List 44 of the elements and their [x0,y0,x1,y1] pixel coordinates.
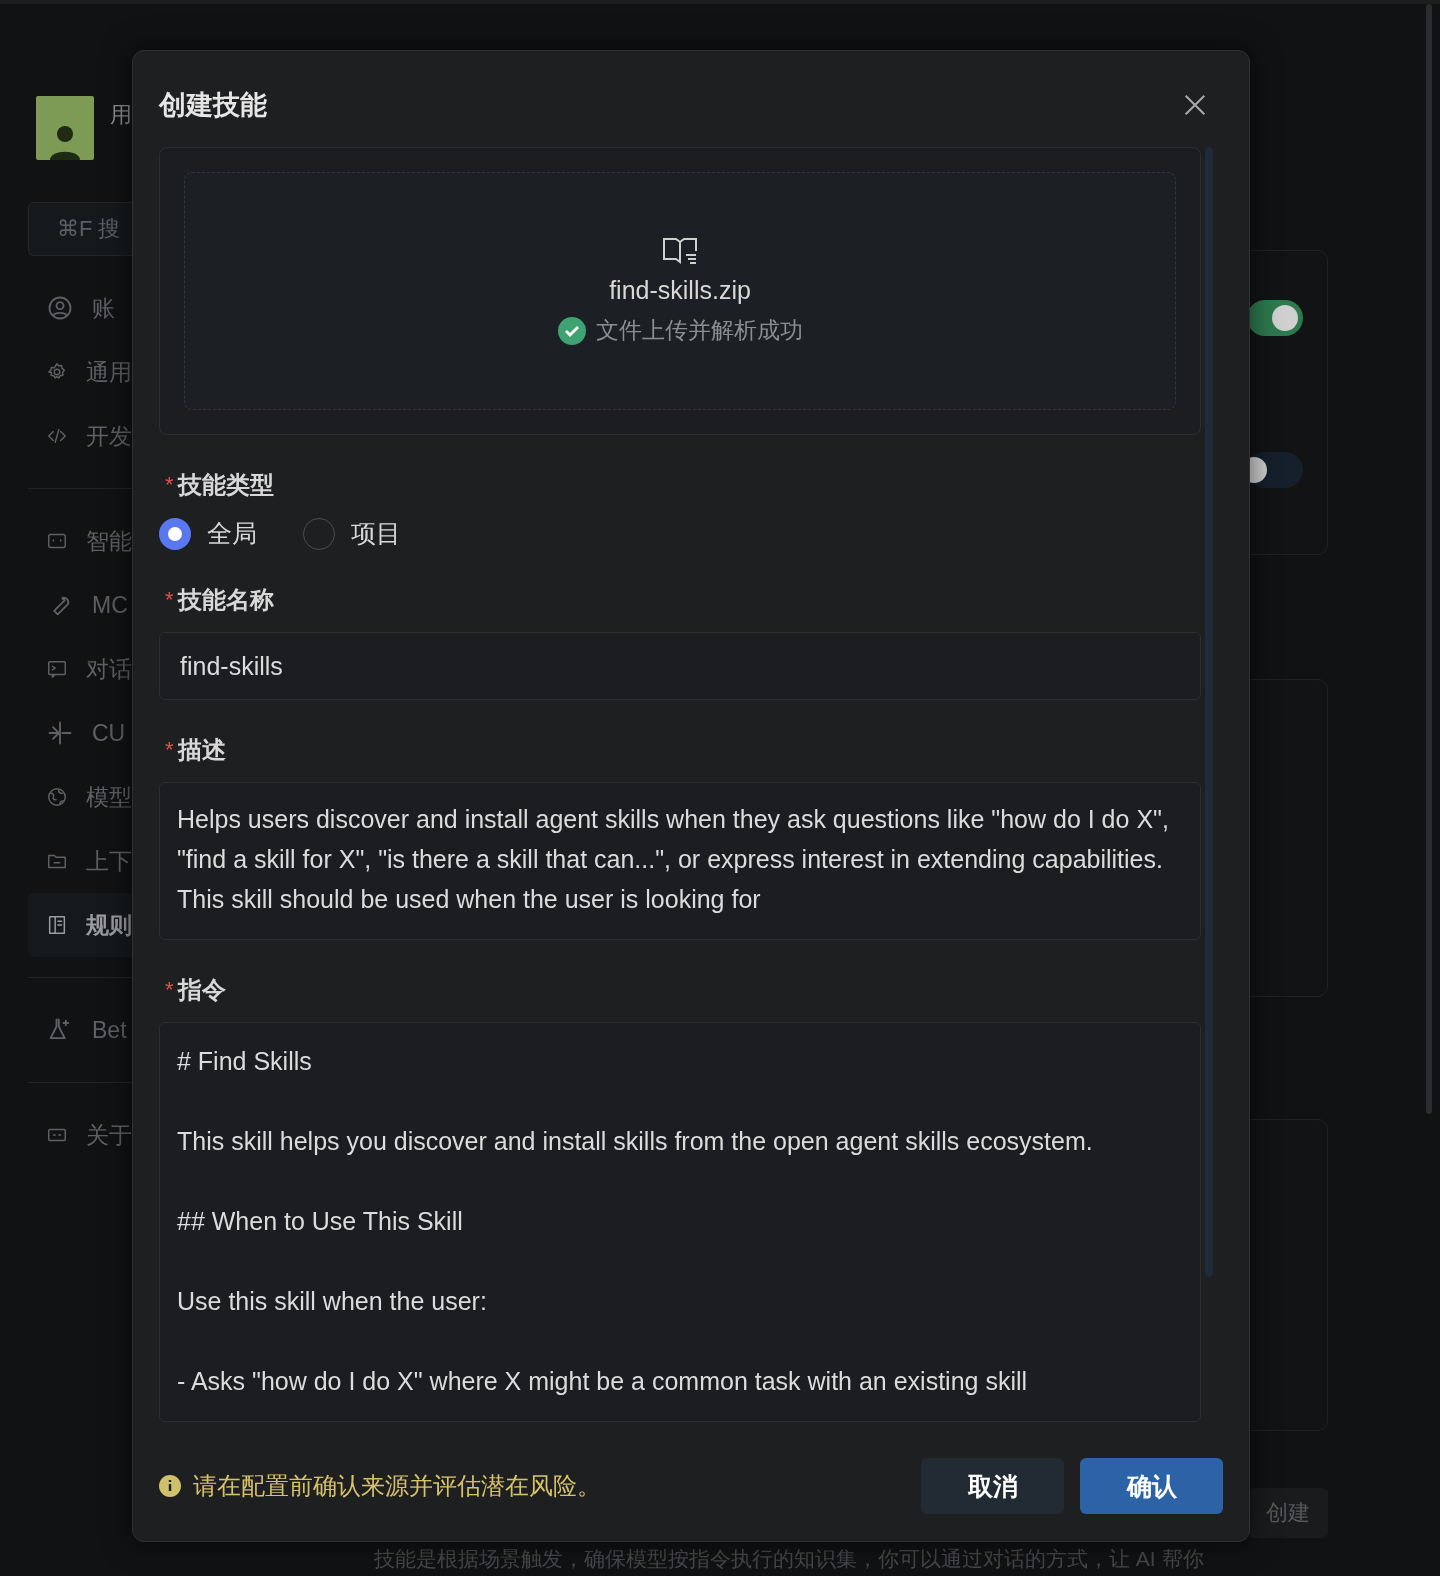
sidebar-item[interactable]: 开发 [28,404,132,468]
sidebar-item[interactable]: 模型 [28,765,132,829]
warning-text: 请在配置前确认来源并评估潜在风险。 [193,1471,601,1501]
create-button[interactable]: 创建 [1248,1488,1328,1538]
sidebar-item[interactable]: 对话 [28,637,132,701]
check-circle-icon [557,316,586,345]
sidebar-item[interactable]: 上下 [28,829,132,893]
sidebar-item[interactable]: 关于 [28,1103,132,1167]
scrollbar[interactable] [1205,147,1213,1277]
sidebar-item[interactable]: MC [28,573,132,637]
book-icon [662,236,698,266]
drop-zone[interactable]: find-skills.zip 文件上传并解析成功 [184,172,1176,410]
cancel-button[interactable]: 取消 [921,1458,1064,1514]
required-asterisk: * [165,977,174,1003]
radio-button[interactable] [159,517,191,550]
radio-label[interactable]: 项目 [351,517,401,550]
field-label: 描述 [177,735,226,765]
person-circle-icon [46,294,74,322]
required-asterisk: * [165,587,174,613]
required-asterisk: * [165,472,174,498]
sidebar-item[interactable]: 账 [28,276,132,340]
name-input[interactable]: find-skills [159,632,1201,700]
radio-label[interactable]: 全局 [207,517,257,550]
required-asterisk: * [165,737,174,763]
dialog-title: 创建技能 [159,89,267,122]
user-name: 用 [110,101,132,129]
instructions-textarea[interactable]: # Find Skills This skill helps you discover and install skills from the open agent skills ecosystem. ## When to Use This Skill Use this skill when the user: - Asks "how do I do X" where X might be a common task with an existing skill [159,1022,1201,1422]
scrollbar[interactable] [1426,4,1432,1114]
sidebar-item[interactable]: CU [28,701,132,765]
field-label: 技能名称 [177,585,274,615]
search-field[interactable]: ⌘F 搜 [28,202,132,256]
info-icon [159,1475,181,1497]
spark-icon [46,719,74,747]
sidebar-item[interactable]: 智能 [28,509,132,573]
confirm-button[interactable]: 确认 [1080,1458,1223,1514]
field-label: 技能类型 [177,470,274,500]
sidebar-item[interactable]: Bet [28,998,132,1062]
description-textarea[interactable]: Helps users discover and install agent skills when they ask questions like "how do I do X", "find a skill for X", "is there a skill that can...", or express interest in extending capabilities. This skill should be used when the user is looking for [159,782,1201,940]
file-name: find-skills.zip [609,276,751,305]
sidebar-item[interactable]: 通用 [28,340,132,404]
sidebar-item[interactable]: 规则 [28,893,132,957]
upload-status: 文件上传并解析成功 [595,316,803,345]
field-label: 指令 [177,975,226,1005]
avatar[interactable] [36,96,94,160]
